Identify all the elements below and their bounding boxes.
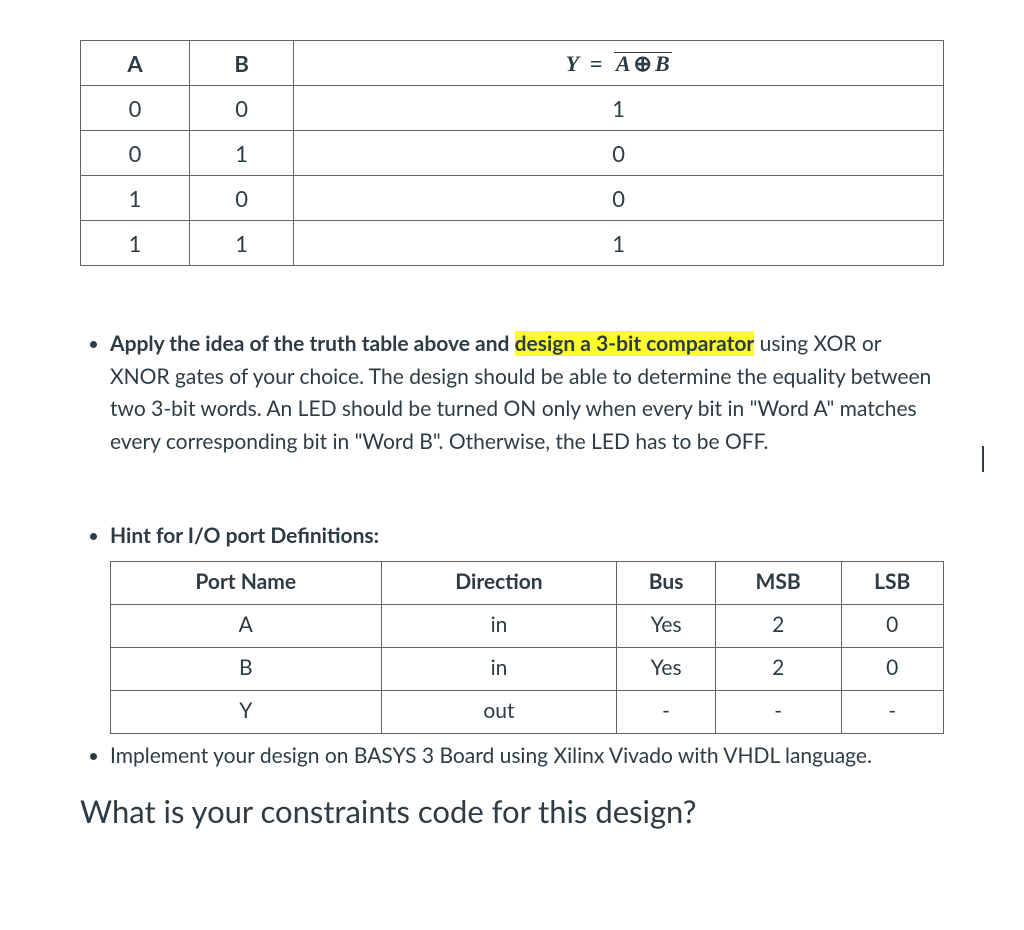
cell: 0 [841, 647, 943, 690]
instruction-item-implement: Implement your design on BASYS 3 Board u… [110, 740, 944, 773]
cell: 1 [294, 86, 944, 131]
table-header-row: A B Y = A⊕B [81, 41, 944, 86]
highlighted-phrase: design a 3-bit comparator [515, 331, 755, 356]
cell: 1 [81, 176, 190, 221]
document-page: A B Y = A⊕B 0 0 1 [0, 0, 1024, 930]
cell: out [381, 690, 617, 733]
table-row: 0 0 1 [81, 86, 944, 131]
text-cursor [982, 446, 984, 472]
cell: 0 [81, 86, 190, 131]
truth-table: A B Y = A⊕B 0 0 1 [80, 40, 944, 266]
instructions-list: Apply the idea of the truth table above … [80, 328, 944, 772]
cell: - [715, 690, 841, 733]
cell: Yes [617, 647, 715, 690]
cell: 2 [715, 647, 841, 690]
cell: 2 [715, 604, 841, 647]
table-row: B in Yes 2 0 [111, 647, 944, 690]
question-heading: What is your constraints code for this d… [80, 792, 944, 830]
cell: in [381, 604, 617, 647]
cell: - [617, 690, 715, 733]
formula-xnor: Y = A⊕B [566, 51, 672, 76]
cell: 1 [81, 221, 190, 266]
cell: 0 [841, 604, 943, 647]
hint-title: Hint for I/O port Definitions: [110, 523, 379, 548]
cell: - [841, 690, 943, 733]
cell: Yes [617, 604, 715, 647]
table-header-row: Port Name Direction Bus MSB LSB [111, 561, 944, 604]
table-row: 0 1 0 [81, 131, 944, 176]
cell: in [381, 647, 617, 690]
port-table: Port Name Direction Bus MSB LSB A in Yes… [110, 561, 944, 734]
cell: 1 [189, 131, 293, 176]
instruction-item-design: Apply the idea of the truth table above … [110, 328, 944, 458]
table-row: A in Yes 2 0 [111, 604, 944, 647]
instruction-text-pre: Apply the idea of the truth table above … [110, 331, 515, 356]
cell: 0 [294, 176, 944, 221]
col-header-b: B [189, 41, 293, 86]
col-header-y: Y = A⊕B [294, 41, 944, 86]
cell: Y [111, 690, 382, 733]
col-header-a: A [81, 41, 190, 86]
col-header: Bus [617, 561, 715, 604]
col-header: Direction [381, 561, 617, 604]
cell: A [111, 604, 382, 647]
instruction-text: Implement your design on BASYS 3 Board u… [110, 743, 872, 768]
table-row: Y out - - - [111, 690, 944, 733]
table-row: 1 1 1 [81, 221, 944, 266]
col-header: LSB [841, 561, 943, 604]
cell: 1 [189, 221, 293, 266]
cell: 1 [294, 221, 944, 266]
col-header: Port Name [111, 561, 382, 604]
cell: 0 [294, 131, 944, 176]
cell: 0 [81, 131, 190, 176]
col-header: MSB [715, 561, 841, 604]
cell: B [111, 647, 382, 690]
cell: 0 [189, 86, 293, 131]
table-row: 1 0 0 [81, 176, 944, 221]
cell: 0 [189, 176, 293, 221]
instruction-item-hint: Hint for I/O port Definitions: Port Name… [110, 520, 944, 734]
